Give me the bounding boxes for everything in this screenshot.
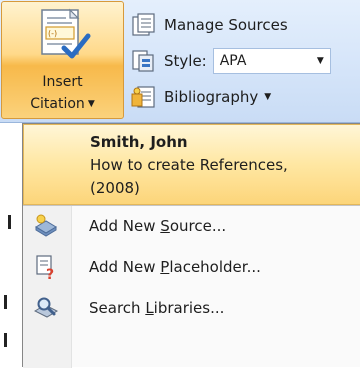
text-fragment: [4, 295, 7, 309]
add-new-placeholder-item[interactable]: ? Add New Placeholder...: [23, 247, 360, 287]
menu-accelerator: S: [160, 217, 170, 235]
search-libraries-icon: [33, 297, 59, 318]
citation-author: Smith, John: [90, 133, 188, 151]
manage-sources-button[interactable]: Manage Sources: [130, 8, 288, 42]
manage-sources-label: Manage Sources: [164, 16, 288, 34]
search-libraries-item[interactable]: Search Libraries...: [23, 288, 360, 328]
chevron-down-icon: ▼: [264, 92, 272, 102]
chevron-down-icon: ▼: [87, 99, 95, 109]
insert-citation-button[interactable]: (-) Insert Citation ▼: [1, 1, 124, 119]
style-icon: [132, 50, 154, 72]
menu-text: Search: [89, 299, 146, 317]
insert-citation-menu: Smith, John How to create References, (2…: [22, 123, 360, 368]
add-new-placeholder-label: Add New Placeholder...: [89, 258, 261, 276]
menu-text: laceholder...: [169, 258, 261, 276]
citation-gallery-item[interactable]: Smith, John How to create References, (2…: [23, 124, 360, 205]
document-area: [0, 123, 22, 367]
manage-sources-icon: [132, 13, 155, 36]
add-new-source-label: Add New Source...: [89, 217, 226, 235]
search-libraries-label: Search Libraries...: [89, 299, 224, 317]
citation-label: Citation: [30, 96, 85, 112]
text-fragment: [4, 333, 7, 347]
bibliography-button[interactable]: Bibliography ▼: [130, 80, 271, 114]
menu-text: Add New: [89, 258, 161, 276]
add-placeholder-icon: ?: [36, 255, 54, 280]
text-fragment: [8, 215, 11, 229]
ribbon: (-) Insert Citation ▼ Manage Sources Styl…: [0, 0, 360, 123]
menu-accelerator: P: [160, 258, 170, 276]
insert-label-line2: Citation ▼: [2, 96, 123, 112]
citation-year: (2008): [90, 179, 140, 197]
bibliography-label: Bibliography: [164, 88, 259, 106]
menu-accelerator: L: [145, 299, 154, 317]
add-source-icon: [35, 214, 57, 237]
menu-text: ibraries...: [153, 299, 225, 317]
bibliography-icon: [131, 86, 155, 108]
add-new-source-item[interactable]: Add New Source...: [23, 206, 360, 246]
menu-text: Add New: [89, 217, 161, 235]
menu-text: ource...: [169, 217, 227, 235]
citation-title: How to create References,: [90, 156, 288, 174]
insert-citation-icon: (-): [41, 8, 91, 59]
style-select[interactable]: APA ▼: [212, 48, 331, 74]
svg-text:(-): (-): [48, 29, 57, 38]
style-control: Style: APA ▼: [130, 44, 331, 78]
svg-text:?: ?: [46, 267, 54, 280]
chevron-down-icon: ▼: [316, 56, 324, 66]
insert-label-line1: Insert: [42, 74, 83, 90]
style-value: APA: [219, 53, 247, 69]
style-label: Style:: [164, 52, 207, 70]
